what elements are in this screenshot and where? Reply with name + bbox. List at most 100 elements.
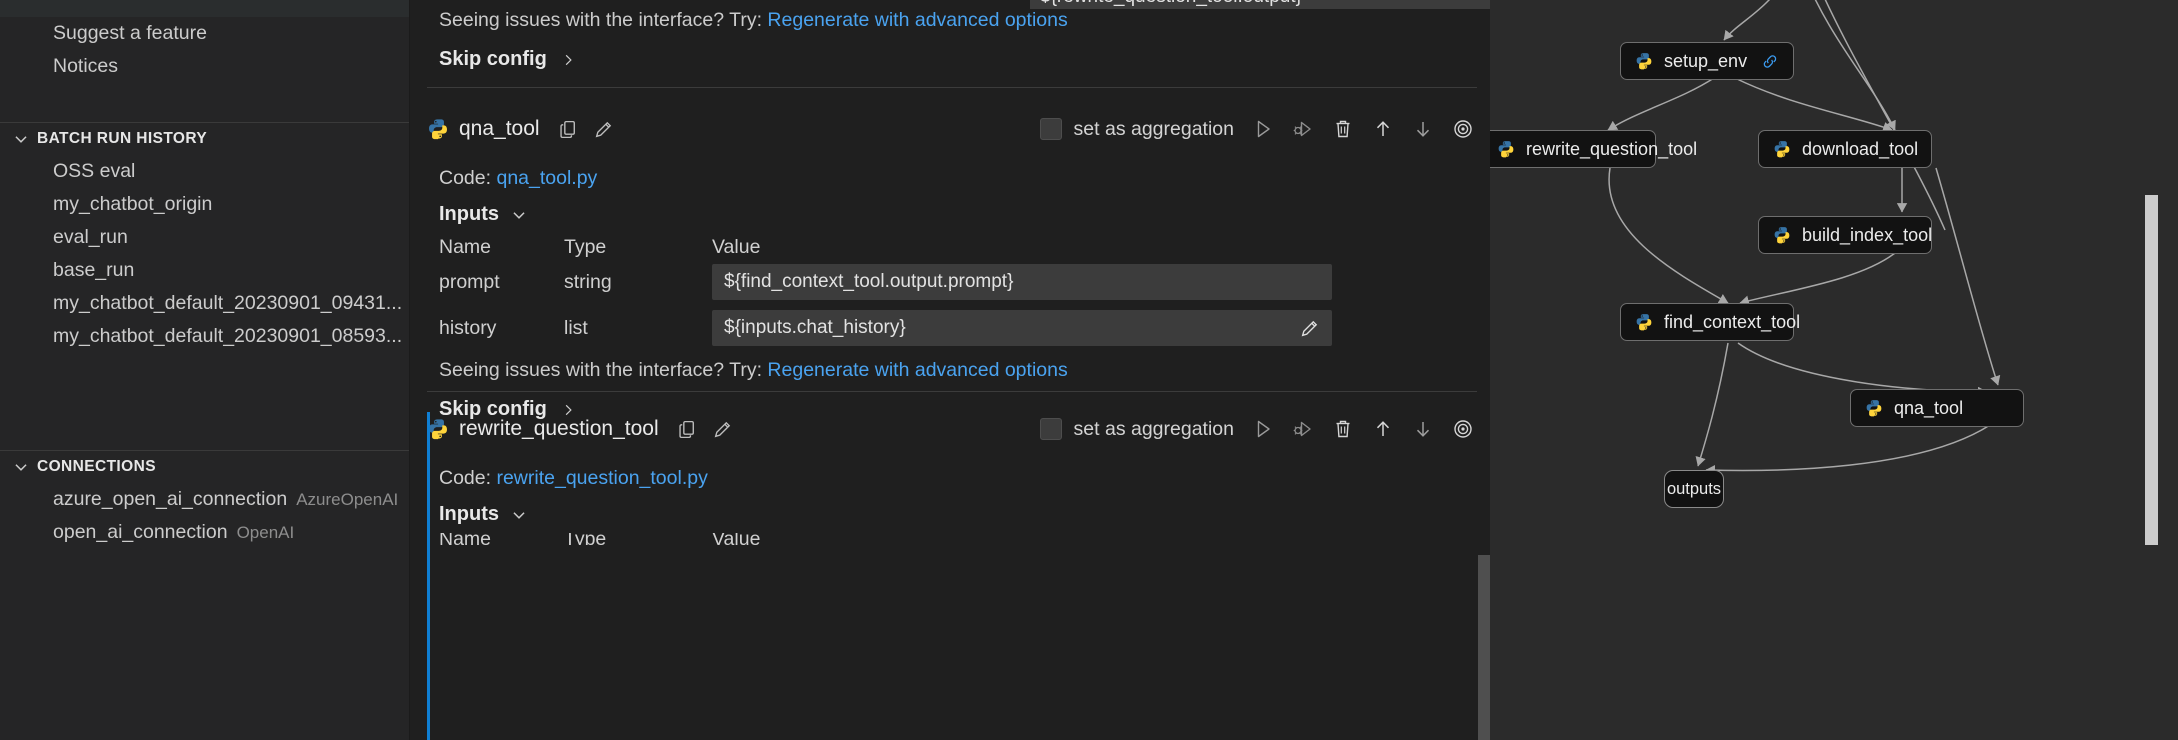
tool-action-bar: set as aggregation [1040,418,1490,441]
input-type: string [564,271,712,294]
sidebar-link-clipped[interactable] [0,0,409,17]
graph-node-rewrite-question-tool[interactable]: rewrite_question_tool [1490,130,1656,168]
tool-card-rewrite-question-tool: rewrite_question_tool set as aggregation [410,412,1490,740]
move-down-icon[interactable] [1412,118,1434,140]
delete-icon[interactable] [1332,418,1354,440]
graph-node-outputs[interactable]: outputs [1664,470,1724,508]
regenerate-advanced-link[interactable]: Regenerate with advanced options [767,359,1067,381]
graph-node-setup-env[interactable]: setup_env [1620,42,1794,80]
hint-text: Seeing issues with the interface? Try: [439,9,762,31]
flow-graph-panel[interactable]: setup_env rewrite_question_tool downlo [1490,0,2178,740]
input-name: prompt [439,271,564,294]
graph-node-label: setup_env [1664,51,1747,72]
input-value-text: ${inputs.chat_history} [724,317,906,339]
debug-run-icon[interactable] [1292,118,1314,140]
app-root: Suggest a feature Notices BATCH RUN HIST… [0,0,2178,740]
sidebar-item-base-run[interactable]: base_run [0,254,409,287]
sidebar-item-my-chatbot-default-09431[interactable]: my_chatbot_default_20230901_09431... [0,287,409,320]
column-header-name: Name [439,533,564,545]
column-header-type: Type [564,236,712,259]
sidebar-section-connections[interactable]: CONNECTIONS [0,451,409,483]
connection-name: azure_open_ai_connection [53,483,287,516]
sidebar-item-oss-eval[interactable]: OSS eval [0,155,409,188]
set-as-aggregation-checkbox[interactable] [1040,418,1062,440]
sidebar-link-notices[interactable]: Notices [0,50,409,83]
edit-icon[interactable] [593,119,614,140]
code-label: Code: [439,167,491,189]
graph-node-find-context-tool[interactable]: find_context_tool [1620,303,1794,341]
graph-node-label: find_context_tool [1664,312,1800,333]
python-icon [1773,140,1791,158]
inputs-label: Inputs [439,503,499,526]
tool-separator-1 [427,87,1477,88]
copy-icon[interactable] [558,119,579,140]
tool-name: rewrite_question_tool [459,417,659,441]
input-value-field[interactable]: ${inputs.chat_history} [712,310,1332,346]
locate-node-icon[interactable] [1452,118,1474,140]
run-icon[interactable] [1252,418,1274,440]
link-icon[interactable] [1747,52,1779,71]
move-down-icon[interactable] [1412,418,1434,440]
edit-icon[interactable] [1299,318,1320,339]
graph-node-download-tool[interactable]: download_tool [1758,130,1932,168]
copy-icon[interactable] [677,419,698,440]
graph-node-label: download_tool [1802,139,1918,160]
inputs-table-header: Name Type Value [410,533,1490,545]
link-icon[interactable] [1800,313,1814,332]
graph-node-label: build_index_tool [1802,225,1932,246]
tool-card-qna-tool: qna_tool set as aggregation [410,112,1490,421]
inputs-section-toggle[interactable]: Inputs [410,503,1490,526]
graph-node-label: rewrite_question_tool [1526,139,1697,160]
code-file-link[interactable]: rewrite_question_tool.py [496,467,707,489]
run-icon[interactable] [1252,118,1274,140]
input-value-text: ${find_context_tool.output.prompt} [724,271,1013,293]
skip-config-button[interactable]: Skip config [410,48,1490,71]
link-icon[interactable] [1918,140,1932,159]
column-header-value: Value [712,533,1490,545]
code-label: Code: [439,467,491,489]
column-header-name: Name [439,236,564,259]
active-node-indicator [427,412,430,740]
sidebar-spacer-mid [0,353,409,450]
delete-icon[interactable] [1332,118,1354,140]
flow-editor-panel: ${rewrite_question_tool.output} Seeing i… [410,0,1490,740]
previous-tool-tail: Seeing issues with the interface? Try: R… [410,8,1490,71]
edit-icon[interactable] [712,419,733,440]
sidebar: Suggest a feature Notices BATCH RUN HIST… [0,0,410,740]
sidebar-item-open-ai-connection[interactable]: open_ai_connection OpenAI [0,516,409,549]
inputs-section-toggle[interactable]: Inputs [410,203,1490,226]
link-icon[interactable] [1932,226,1946,245]
graph-panel-scrollbar[interactable] [2145,195,2158,545]
link-icon[interactable] [1697,140,1711,159]
chevron-down-icon [510,506,528,524]
connection-name: open_ai_connection [53,516,228,549]
center-panel-scrollbar[interactable] [1478,555,1490,740]
locate-node-icon[interactable] [1452,418,1474,440]
set-as-aggregation-label: set as aggregation [1074,418,1234,441]
code-file-row: Code: rewrite_question_tool.py [410,466,1490,490]
table-row: prompt string ${find_context_tool.output… [410,261,1490,303]
code-file-link[interactable]: qna_tool.py [496,167,597,189]
sidebar-spacer-top [0,83,409,122]
input-name: history [439,317,564,340]
move-up-icon[interactable] [1372,118,1394,140]
sidebar-item-my-chatbot-default-08593[interactable]: my_chatbot_default_20230901_08593... [0,320,409,353]
regenerate-advanced-link[interactable]: Regenerate with advanced options [767,9,1067,31]
input-value-field[interactable]: ${find_context_tool.output.prompt} [712,264,1332,300]
sidebar-section-batch-run-history[interactable]: BATCH RUN HISTORY [0,123,409,155]
set-as-aggregation-checkbox[interactable] [1040,118,1062,140]
chevron-down-icon [12,130,30,148]
sidebar-item-my-chatbot-origin[interactable]: my_chatbot_origin [0,188,409,221]
graph-node-qna-tool[interactable]: qna_tool [1850,389,2024,427]
sidebar-item-azure-open-ai-connection[interactable]: azure_open_ai_connection AzureOpenAI [0,483,409,516]
regenerate-hint: Seeing issues with the interface? Try: R… [410,358,1490,382]
graph-node-build-index-tool[interactable]: build_index_tool [1758,216,1932,254]
sidebar-link-suggest-a-feature[interactable]: Suggest a feature [0,17,409,50]
python-icon [1497,140,1515,158]
python-icon [427,418,449,440]
debug-run-icon[interactable] [1292,418,1314,440]
sidebar-item-eval-run[interactable]: eval_run [0,221,409,254]
code-file-row: Code: qna_tool.py [410,166,1490,190]
chevron-down-icon [12,458,30,476]
move-up-icon[interactable] [1372,418,1394,440]
